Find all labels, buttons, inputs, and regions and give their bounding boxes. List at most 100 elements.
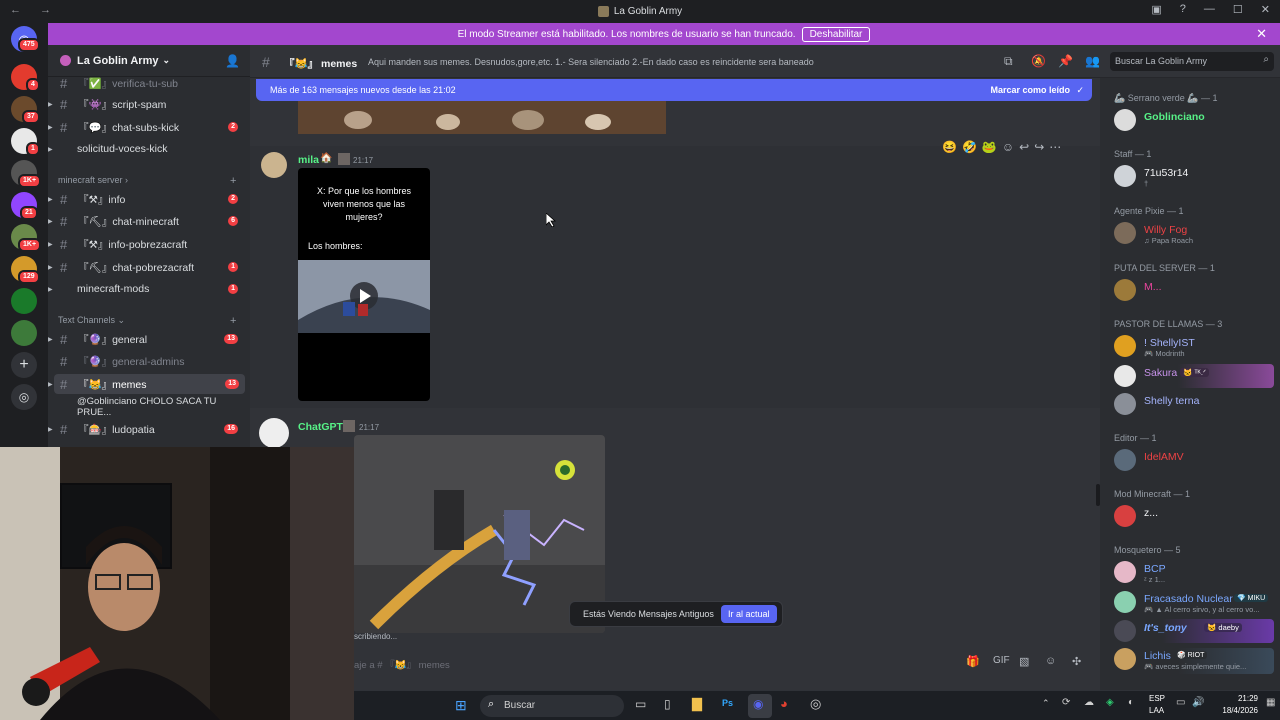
network-icon[interactable]: ▭: [1176, 697, 1185, 708]
close-icon[interactable]: ✕: [1256, 26, 1267, 42]
notifications-icon[interactable]: ▦: [1266, 697, 1275, 708]
threads-icon[interactable]: ⧉: [1004, 54, 1013, 69]
minimize-button[interactable]: —: [1204, 3, 1215, 16]
reply-icon[interactable]: ↩: [1019, 140, 1029, 154]
unread-arrow-icon: ▶: [48, 264, 53, 271]
photoshop-icon[interactable]: Ps: [722, 698, 733, 708]
channel-topic[interactable]: Aqui manden sus memes. Desnudos,gore,etc…: [368, 57, 814, 67]
member-item[interactable]: Willy Fog ♫ Papa Roach: [1114, 220, 1276, 246]
mark-read-button[interactable]: Marcar como leído: [990, 85, 1070, 95]
explore-icon[interactable]: ◎: [11, 384, 37, 410]
search-box[interactable]: Buscar La Goblin Army ⌕: [1110, 52, 1274, 71]
apps-icon[interactable]: ✣: [1072, 655, 1081, 668]
tray-icon[interactable]: ☁: [1084, 697, 1094, 708]
close-window-button[interactable]: ✕: [1261, 3, 1270, 16]
channel-item[interactable]: ▶ # 『🎰』ludopatia 16: [48, 419, 250, 439]
volume-icon[interactable]: 🔊: [1192, 697, 1204, 708]
file-explorer-icon[interactable]: ▇: [692, 696, 702, 712]
member-item[interactable]: IdelAMV: [1114, 447, 1276, 473]
member-item[interactable]: M...: [1114, 277, 1276, 303]
video-attachment[interactable]: X: Por que los hombres viven menos que l…: [298, 168, 430, 401]
reaction-emoji-icon[interactable]: 😆: [942, 140, 957, 154]
app-icon[interactable]: ◎: [810, 696, 821, 712]
member-item[interactable]: Fracasado Nuclear 💎 MIKU 🎮 ▲ Al cerro si…: [1114, 589, 1276, 615]
server-icon[interactable]: [11, 320, 37, 346]
category-minecraft[interactable]: minecraft server › +: [58, 175, 236, 187]
channel-item-memes[interactable]: # 『😹』memes 13: [54, 374, 245, 394]
channel-item[interactable]: ▶ minecraft-mods 1: [48, 279, 250, 299]
taskbar-search[interactable]: ⌕ Buscar: [480, 695, 624, 717]
search-input[interactable]: Buscar La Goblin Army: [1115, 56, 1207, 66]
window-title: La Goblin Army: [613, 5, 683, 17]
avatar[interactable]: [261, 152, 287, 178]
channel-item[interactable]: ▶ # 『⚒』info-pobrezacraft: [48, 234, 250, 254]
task-view-icon[interactable]: ▭: [635, 697, 646, 711]
server-icon[interactable]: [11, 288, 37, 314]
unread-arrow-icon: ▶: [48, 286, 53, 293]
member-item[interactable]: BCP ᶻ z 1...: [1114, 559, 1276, 585]
member-item[interactable]: ! ShellyIST 🎮 Modrinth: [1114, 333, 1276, 359]
add-server-icon[interactable]: +: [11, 352, 37, 378]
more-icon[interactable]: ⋯: [1049, 140, 1061, 154]
member-item[interactable]: Goblinciano: [1114, 107, 1276, 133]
tray-icon[interactable]: ◈: [1106, 697, 1114, 708]
video-thumbnail[interactable]: [298, 260, 430, 333]
message-author[interactable]: ChatGPT: [298, 421, 343, 433]
gif-attachment[interactable]: [354, 435, 605, 633]
tray-icon[interactable]: ⟳: [1062, 697, 1070, 708]
member-item[interactable]: z...: [1114, 503, 1276, 529]
message-author[interactable]: mila: [298, 154, 319, 166]
members-icon[interactable]: 👥: [1085, 54, 1100, 68]
help-icon[interactable]: ?: [1180, 3, 1186, 16]
member-name: BCP: [1144, 563, 1166, 575]
channel-item[interactable]: ▶ # 『⚒』info 2: [48, 189, 250, 209]
channel-item[interactable]: ▶ # 『💬』chat-subs-kick 2: [48, 117, 250, 137]
mute-bell-icon[interactable]: 🔕: [1031, 54, 1046, 68]
clock-time[interactable]: 21:29: [1220, 694, 1258, 703]
member-item[interactable]: Shelly terna: [1114, 391, 1276, 417]
add-channel-icon[interactable]: +: [230, 175, 236, 187]
member-name: Lichis: [1144, 650, 1171, 662]
add-member-icon[interactable]: 👤: [225, 54, 240, 68]
member-item[interactable]: It's_tony 😺 daeby: [1114, 618, 1276, 644]
inbox-icon[interactable]: ▣: [1151, 3, 1161, 16]
tray-icon[interactable]: ◐: [1128, 697, 1134, 708]
gift-icon[interactable]: 🎁: [966, 655, 980, 668]
thread-item[interactable]: @Goblinciano CHOLO SACA TU PRUE...: [48, 396, 250, 418]
pin-icon[interactable]: 📌: [1058, 54, 1073, 68]
member-item[interactable]: 71u53r14 †: [1114, 163, 1276, 189]
language-indicator[interactable]: ESP: [1149, 694, 1165, 703]
channel-item[interactable]: ▶ # 『⛏』chat-pobrezacraft 1: [48, 257, 250, 277]
member-item[interactable]: Lichis 🎲 RIOT 🎮 aveces simplemente quie.…: [1114, 646, 1276, 672]
member-item[interactable]: Sakura 🐱 ᵀᴷ.ᐟ: [1114, 363, 1276, 389]
emoji-icon[interactable]: ☺: [1045, 655, 1056, 667]
new-messages-bar[interactable]: Más de 163 mensajes nuevos desde las 21:…: [256, 79, 1092, 101]
add-channel-icon[interactable]: +: [230, 315, 236, 327]
channel-item[interactable]: ▶ # 『⛏』chat-minecraft 6: [48, 211, 250, 231]
avatar[interactable]: [259, 418, 289, 448]
previous-image-attachment[interactable]: [298, 100, 666, 134]
jump-to-present-button[interactable]: Ir al actual: [721, 605, 777, 623]
maximize-button[interactable]: ☐: [1233, 3, 1243, 16]
add-reaction-icon[interactable]: ☺: [1002, 140, 1014, 154]
category-text-channels[interactable]: Text Channels ⌄ +: [58, 315, 236, 327]
back-forward-arrows[interactable]: ← →: [10, 4, 59, 16]
app-icon[interactable]: ▯: [664, 697, 671, 711]
sticker-icon[interactable]: ▧: [1019, 655, 1029, 668]
reaction-emoji-icon[interactable]: 🤣: [962, 140, 977, 154]
message-composer[interactable]: aje a # 『😹』 memes 🎁 GIF ▧ ☺ ✣: [346, 650, 1100, 676]
channel-item[interactable]: ▶ # 『👾』script-spam: [48, 94, 250, 114]
tray-chevron-icon[interactable]: ⌃: [1042, 698, 1050, 709]
category-label: Text Channels: [58, 315, 116, 325]
channel-item[interactable]: ▶ # 『🔮』general 13: [48, 329, 250, 349]
forward-icon[interactable]: ↪: [1034, 140, 1044, 154]
channel-item[interactable]: ▶ solicitud-voces-kick: [48, 139, 250, 159]
chrome-icon[interactable]: ◕: [780, 696, 788, 711]
disable-streamer-button[interactable]: Deshabilitar: [801, 26, 871, 42]
channel-item[interactable]: # 『🔮』general-admins: [48, 351, 250, 371]
composer-input[interactable]: aje a # 『😹』 memes: [354, 657, 450, 671]
reaction-emoji-icon[interactable]: 🐸: [982, 140, 997, 154]
start-icon[interactable]: ⊞: [455, 697, 467, 714]
gif-icon[interactable]: GIF: [993, 655, 1010, 666]
channel-item[interactable]: # 『✅』verifica-tu-sub: [48, 73, 250, 93]
